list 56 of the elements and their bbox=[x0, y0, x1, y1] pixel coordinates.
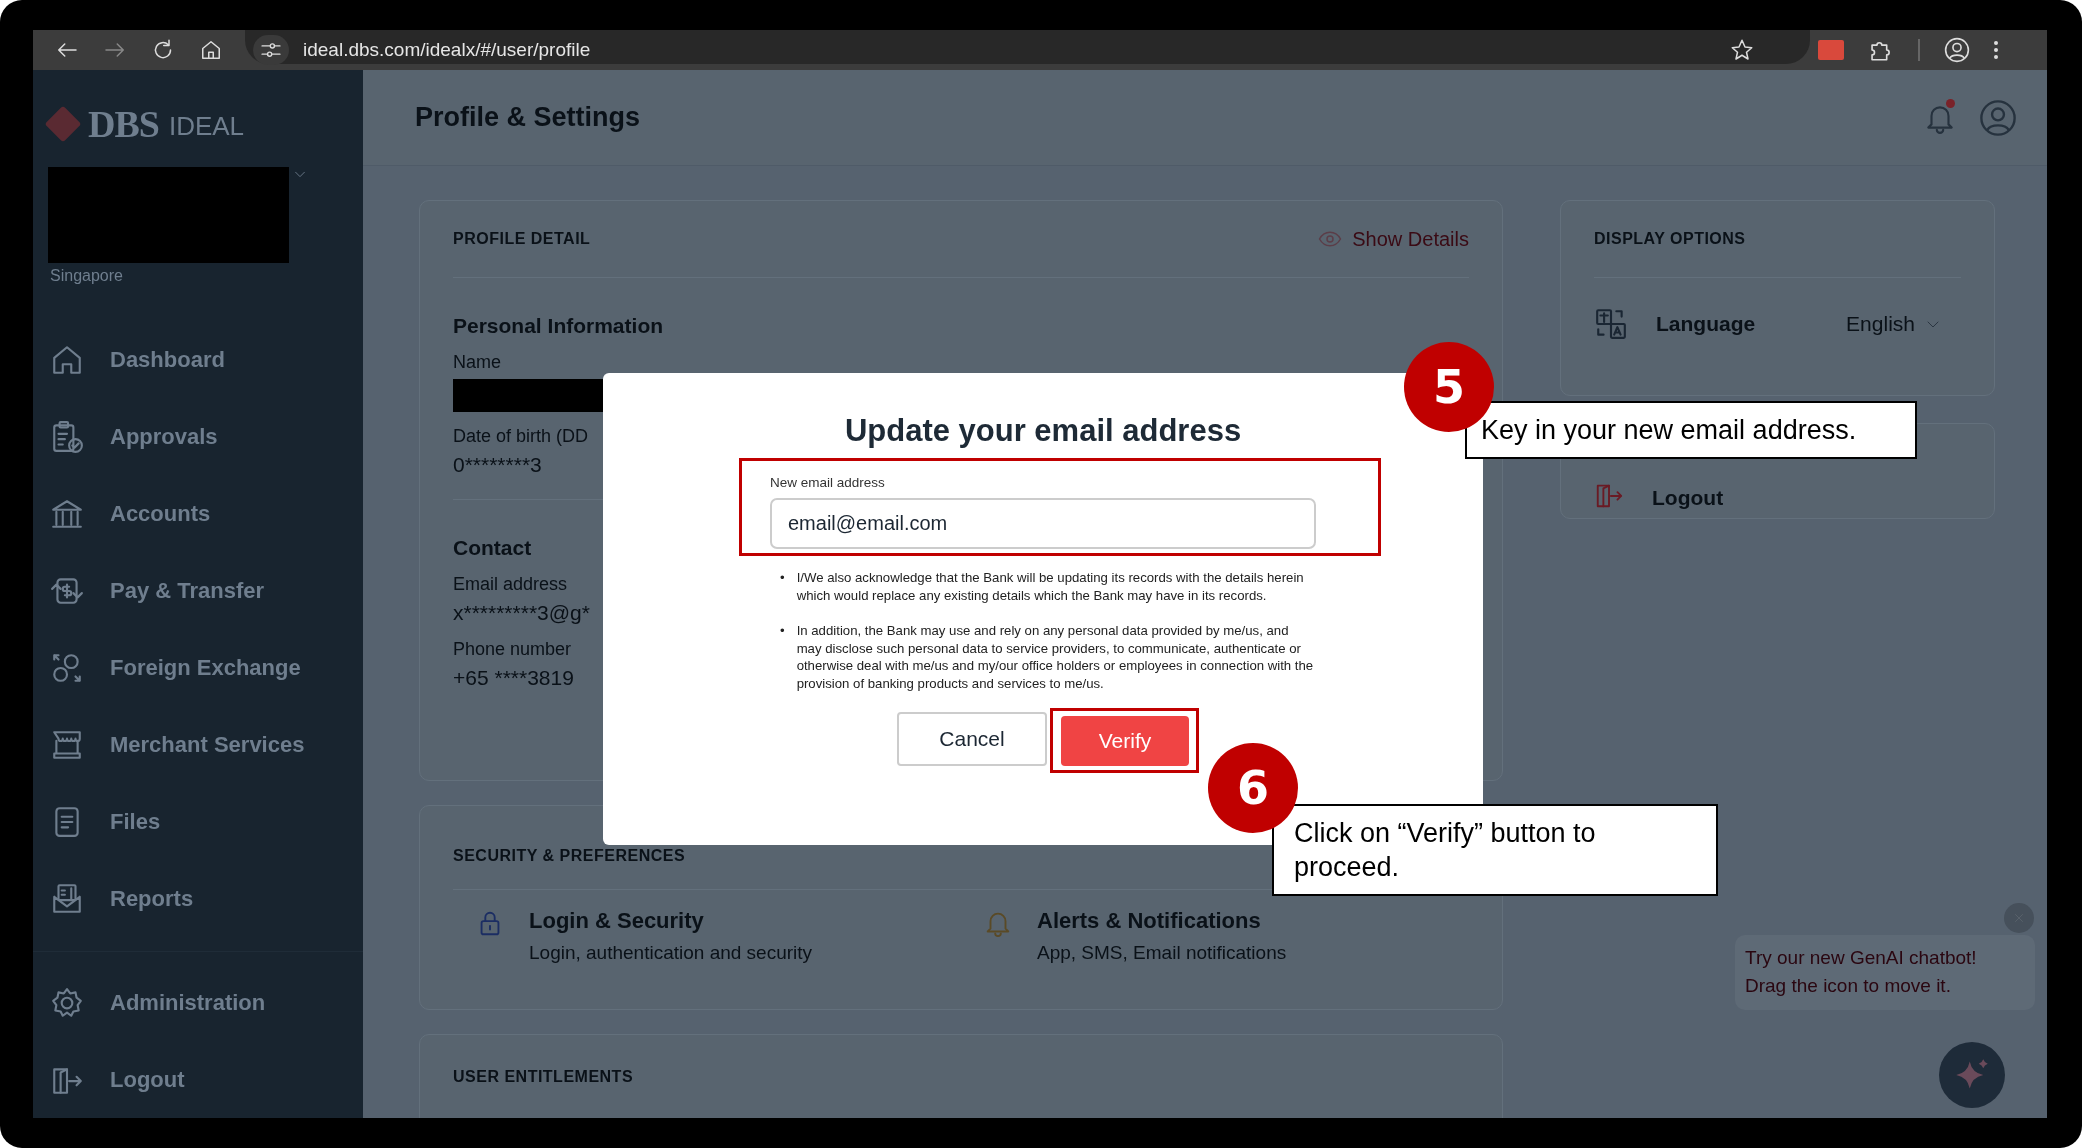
disclaimer-text: I/We also acknowledge that the Bank will be updating its records with the details herein which would replace any existing details which the Bank may have in its records. bbox=[796, 569, 1305, 604]
show-details-link[interactable]: Show Details bbox=[1318, 227, 1469, 251]
logo: DBS IDEAL bbox=[33, 70, 363, 147]
profile-icon bbox=[1979, 98, 2017, 137]
field-label: Name bbox=[453, 352, 501, 373]
page-title: Profile & Settings bbox=[415, 102, 642, 133]
translate-icon bbox=[1594, 307, 1628, 341]
nav-item[interactable]: Merchant Services bbox=[33, 706, 363, 783]
disclaimer-text: In addition, the Bank may use and rely on any personal data provided by me/us, and may disclose such personal data to service providers, to communicate, authenticate or otherwise deal with me/us and my/our office holders or employees in connection with the provision of banking products and services to me/us. bbox=[796, 622, 1314, 692]
group-title: Personal Information bbox=[453, 314, 664, 338]
setting-label: Language bbox=[1656, 312, 1756, 336]
bullet: • bbox=[779, 569, 785, 587]
address-bar[interactable]: ideal.dbs.com/idealx/#/user/profile bbox=[245, 30, 1810, 64]
report-icon bbox=[50, 881, 84, 916]
section-title: PROFILE DETAIL bbox=[453, 230, 592, 248]
home-icon bbox=[199, 38, 223, 62]
cancel-button[interactable]: Cancel bbox=[897, 712, 1047, 766]
modal-title: Update your email address bbox=[844, 413, 1242, 449]
group-title: Contact bbox=[453, 536, 532, 560]
field-label: New email address bbox=[770, 475, 886, 490]
setting-title[interactable]: Login & Security bbox=[529, 908, 813, 934]
menu-icon[interactable] bbox=[1994, 41, 1998, 59]
section-title: DISPLAY OPTIONS bbox=[1594, 230, 1747, 248]
language-dropdown[interactable]: English bbox=[1846, 312, 1941, 336]
field-label: Email address bbox=[453, 574, 568, 595]
nav-item[interactable]: Logout bbox=[33, 1041, 363, 1118]
setting-subtitle: App, SMS, Email notifications bbox=[1037, 942, 1287, 964]
nav-item[interactable]: Dashboard bbox=[33, 321, 363, 398]
setting-title[interactable]: Alerts & Notifications bbox=[1037, 908, 1287, 934]
clipboard-icon bbox=[50, 419, 84, 454]
star-icon bbox=[1730, 38, 1754, 62]
field-value: +65 ****3819 bbox=[453, 666, 574, 690]
gear-icon bbox=[50, 985, 84, 1020]
section-title: USER ENTITLEMENTS bbox=[453, 1068, 635, 1086]
nav-item[interactable]: Administration bbox=[33, 964, 363, 1041]
profile-icon bbox=[1944, 37, 1970, 63]
verify-button[interactable]: Verify bbox=[1061, 716, 1189, 766]
nav-item[interactable]: Reports bbox=[33, 860, 363, 937]
email-input[interactable]: email@email.com bbox=[770, 498, 1316, 549]
nav-item[interactable]: Approvals bbox=[33, 398, 363, 475]
nav-item[interactable]: Foreign Exchange bbox=[33, 629, 363, 706]
nav-item[interactable]: Pay & Transfer bbox=[33, 552, 363, 629]
field-value: 0********3 bbox=[453, 453, 542, 477]
nav-item[interactable]: Accounts bbox=[33, 475, 363, 552]
field-label: Phone number bbox=[453, 639, 572, 660]
logout-link[interactable]: Logout bbox=[1652, 486, 1724, 510]
url-text: ideal.dbs.com/idealx/#/user/profile bbox=[303, 39, 591, 61]
bullet: • bbox=[779, 622, 785, 640]
nav-item[interactable]: Files bbox=[33, 783, 363, 860]
setting-subtitle: Login, authentication and security bbox=[529, 942, 813, 964]
instruction-callout: Key in your new email address. bbox=[1465, 401, 1917, 459]
section-title: SECURITY & PREFERENCES bbox=[453, 846, 687, 865]
account-country: Singapore bbox=[50, 267, 123, 285]
field-label: Date of birth (DD bbox=[453, 426, 589, 447]
field-value: x*********3@g* bbox=[453, 601, 590, 625]
chatbot-tooltip: Try our new GenAI chatbot! Drag the icon to move it. bbox=[1735, 935, 2035, 1010]
